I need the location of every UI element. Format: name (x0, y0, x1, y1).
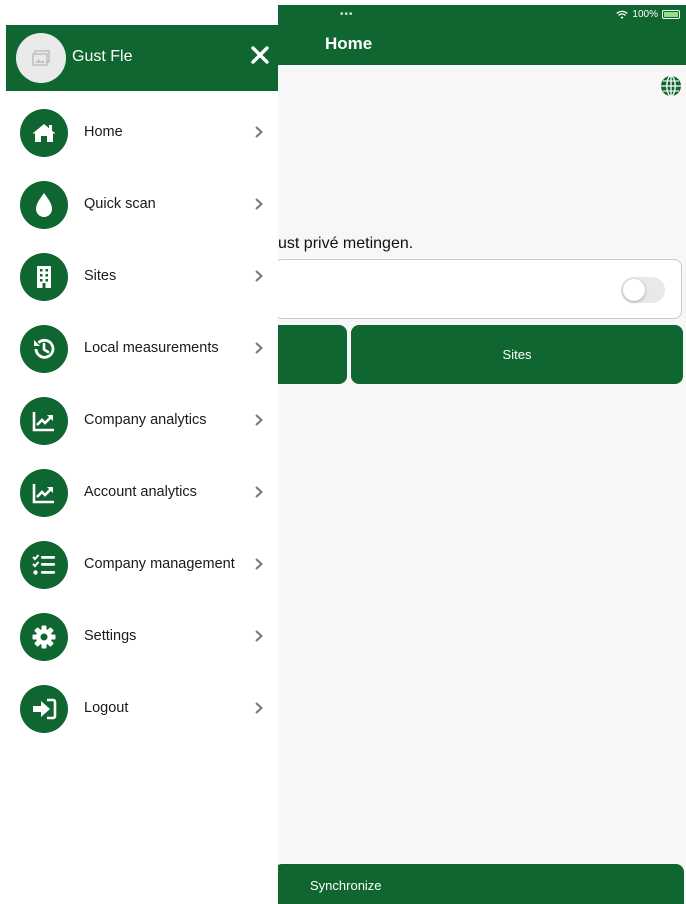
tile-button-partial[interactable] (274, 325, 347, 384)
menu-item-settings[interactable]: Settings (6, 601, 278, 673)
drop-icon (20, 181, 68, 229)
multitask-dots: ••• (340, 9, 354, 20)
chevron-right-icon (255, 342, 263, 354)
close-icon[interactable] (248, 43, 272, 67)
menu-item-home[interactable]: Home (6, 97, 278, 169)
menu-item-company-management[interactable]: Company management (6, 529, 278, 601)
chevron-right-icon (255, 702, 263, 714)
chevron-right-icon (255, 270, 263, 282)
menu-item-label: Home (84, 124, 123, 140)
chevron-right-icon (255, 486, 263, 498)
status-bar: ••• 100% (278, 5, 686, 27)
chevron-right-icon (255, 198, 263, 210)
chevron-right-icon (255, 414, 263, 426)
wifi-icon (616, 10, 629, 19)
menu-item-label: Logout (84, 700, 129, 716)
private-measurements-notice: ust privé metingen. (278, 235, 414, 252)
home-content: ust privé metingen. Sites Synchronize (274, 65, 686, 904)
menu-item-logout[interactable]: Logout (6, 673, 278, 745)
chart-icon (20, 397, 68, 445)
status-right: 100% (616, 9, 680, 20)
battery-percent: 100% (632, 9, 658, 20)
side-drawer: Gust Fle Home Quick scan Sites Local mea… (6, 25, 278, 904)
menu-item-company-analytics[interactable]: Company analytics (6, 385, 278, 457)
private-measurements-toggle[interactable] (621, 277, 665, 303)
menu-item-sites[interactable]: Sites (6, 241, 278, 313)
avatar[interactable] (16, 33, 66, 83)
top-navbar: Home (278, 27, 686, 65)
image-placeholder-icon (32, 50, 50, 66)
history-icon (20, 325, 68, 373)
menu-item-label: Company analytics (84, 412, 207, 428)
chevron-right-icon (255, 630, 263, 642)
toggle-knob (623, 279, 645, 301)
chevron-right-icon (255, 126, 263, 138)
drawer-menu: Home Quick scan Sites Local measurements… (6, 97, 278, 745)
home-icon (20, 109, 68, 157)
menu-item-label: Settings (84, 628, 137, 644)
page-title: Home (325, 34, 373, 53)
menu-item-local-measurements[interactable]: Local measurements (6, 313, 278, 385)
menu-item-label: Account analytics (84, 484, 197, 500)
sites-tile-button[interactable]: Sites (351, 325, 683, 384)
menu-item-label: Quick scan (84, 196, 156, 212)
menu-item-label: Company management (84, 556, 235, 572)
private-measurements-card (274, 259, 682, 319)
menu-item-label: Sites (84, 268, 117, 284)
menu-item-label: Local measurements (84, 340, 219, 356)
globe-icon[interactable] (660, 75, 682, 97)
chart-icon (20, 469, 68, 517)
building-icon (20, 253, 68, 301)
synchronize-label: Synchronize (310, 878, 382, 893)
menu-item-quick-scan[interactable]: Quick scan (6, 169, 278, 241)
checklist-icon (20, 541, 68, 589)
user-name: Gust Fle (72, 48, 133, 65)
synchronize-button[interactable]: Synchronize (274, 864, 684, 904)
menu-item-account-analytics[interactable]: Account analytics (6, 457, 278, 529)
logout-icon (20, 685, 68, 733)
chevron-right-icon (255, 558, 263, 570)
gear-icon (20, 613, 68, 661)
drawer-header: Gust Fle (6, 25, 278, 91)
battery-icon (662, 10, 680, 19)
